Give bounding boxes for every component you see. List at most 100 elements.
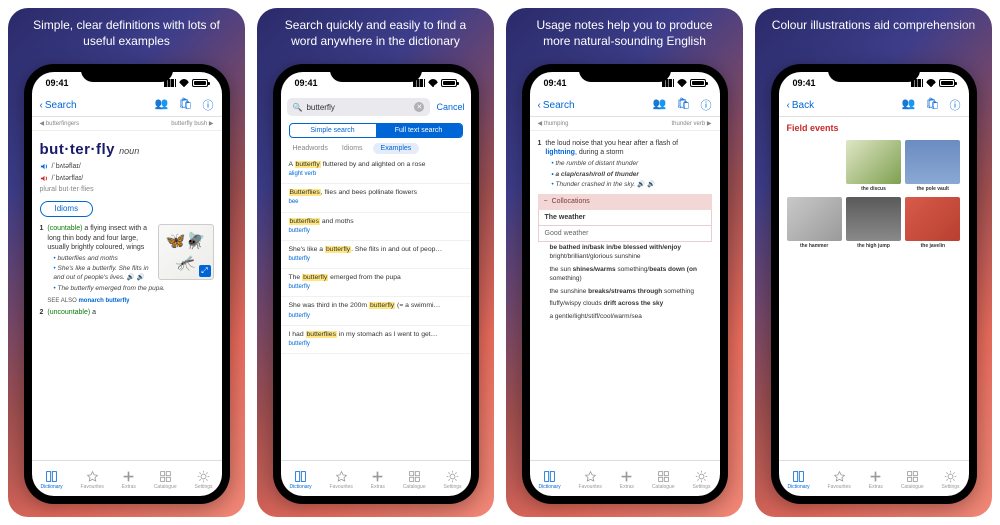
tab-settings[interactable]: Settings <box>443 470 461 490</box>
collocation-item: be bathed in/bask in/be blessed with/enj… <box>538 242 712 264</box>
filter-pills: Headwords Idioms Examples <box>281 141 471 156</box>
caption: Colour illustrations aid comprehension <box>755 8 992 46</box>
tab-catalogue[interactable]: Catalogue <box>154 470 177 490</box>
collocation-item: the sun shines/warms something/beats dow… <box>538 264 712 286</box>
cancel-button[interactable]: Cancel <box>436 102 464 112</box>
wifi-icon <box>179 79 189 87</box>
tab-bar: Dictionary Favourites Extras Catalogue Setti… <box>281 460 471 496</box>
tab-catalogue[interactable]: Catalogue <box>403 470 426 490</box>
screenshot-3: Usage notes help you to produce more nat… <box>506 8 743 517</box>
collocations-header[interactable]: −Collocations <box>538 194 712 209</box>
definition: the loud noise that you hear after a fla… <box>545 139 711 190</box>
tab-extras[interactable]: Extras <box>371 470 385 490</box>
collocation-item: fluffy/wispy clouds drift across the sky <box>538 298 712 311</box>
speaker-icon <box>40 174 49 183</box>
tab-favourites[interactable]: Favourites <box>330 470 353 490</box>
simple-search: Simple search <box>290 124 376 137</box>
full-text-search: Full text search <box>376 124 462 137</box>
expand-icon: ⤢ <box>199 265 211 277</box>
screenshot-2: Search quickly and easily to find a word… <box>257 8 494 517</box>
tab-settings[interactable]: Settings <box>941 470 959 490</box>
tab-extras[interactable]: Extras <box>620 470 634 490</box>
tab-dictionary[interactable]: Dictionary <box>787 470 809 490</box>
tab-dictionary[interactable]: Dictionary <box>289 470 311 490</box>
search-bar: 🔍butterfly✕ Cancel <box>281 94 471 120</box>
search-result[interactable]: She was third in the 200m butterfly (= a… <box>281 297 471 325</box>
tab-extras[interactable]: Extras <box>869 470 883 490</box>
collocation-item: a gentle/light/stiff/cool/warm/sea <box>538 311 712 324</box>
back-button[interactable]: ‹Search <box>538 100 575 111</box>
search-result[interactable]: She's like a butterfly. She flits in and… <box>281 241 471 269</box>
entry-pager: ◀ butterfingers butterfly bush ▶ <box>32 117 222 131</box>
tab-extras[interactable]: Extras <box>122 470 136 490</box>
tab-dictionary[interactable]: Dictionary <box>40 470 62 490</box>
gallery-item[interactable]: the discus <box>846 140 901 193</box>
tab-bar: Dictionary Favourites Extras Catalogue Setti… <box>32 460 222 496</box>
screenshot-1: Simple, clear definitions with lots of u… <box>8 8 245 517</box>
battery-icon <box>192 79 208 87</box>
phone-frame: 09:41 ‹Search 👥 🛍 ⓘ ◀ butterfingers butt… <box>24 64 230 504</box>
headword: but·ter·fly noun <box>40 140 214 160</box>
gallery-title: Field events <box>787 122 961 134</box>
cart-icon[interactable]: 🛍 <box>179 97 193 113</box>
search-icon: 🔍 <box>293 103 303 112</box>
sense-number: 1 <box>40 224 44 304</box>
pron-uk[interactable]: /ˈbʌtəflaɪ/ <box>40 162 214 171</box>
clear-icon[interactable]: ✕ <box>414 102 424 112</box>
tab-bar: Dictionary Favourites Extras Catalogue Setti… <box>530 460 720 496</box>
plural: plural but·ter·flies <box>40 185 214 194</box>
back-button[interactable]: ‹Search <box>40 100 77 111</box>
gallery-item[interactable]: the pole vault <box>905 140 960 193</box>
search-input[interactable]: 🔍butterfly✕ <box>287 98 431 116</box>
prev-entry[interactable]: ◀ thumping <box>538 120 569 127</box>
prev-entry[interactable]: ◀ butterfingers <box>40 120 80 127</box>
search-result[interactable]: I had butterflies in my stomach as I wen… <box>281 326 471 354</box>
cross-ref-link[interactable]: lightning <box>545 149 575 156</box>
tab-settings[interactable]: Settings <box>194 470 212 490</box>
caption: Simple, clear definitions with lots of u… <box>8 8 245 61</box>
info-icon[interactable]: ⓘ <box>203 97 214 113</box>
search-result[interactable]: Butterflies, flies and bees pollinate fl… <box>281 184 471 212</box>
tab-settings[interactable]: Settings <box>692 470 710 490</box>
pron-us[interactable]: /ˈbʌtərflaɪ/ <box>40 174 214 183</box>
caption: Usage notes help you to produce more nat… <box>506 8 743 61</box>
speaker-icon <box>40 162 49 171</box>
example: the rumble of distant thunder <box>551 160 711 169</box>
tab-favourites[interactable]: Favourites <box>579 470 602 490</box>
example: a clap/crash/roll of thunder <box>551 171 711 180</box>
nav-bar: ‹Search 👥 🛍 ⓘ <box>32 94 222 117</box>
gallery-item[interactable]: the hammer <box>787 197 842 250</box>
filter-headwords[interactable]: Headwords <box>289 143 332 154</box>
illustration[interactable]: 🦋🪰🦟⤢ <box>158 224 214 280</box>
tab-catalogue[interactable]: Catalogue <box>652 470 675 490</box>
next-entry[interactable]: thunder verb ▶ <box>672 120 712 127</box>
tab-bar: Dictionary Favourites Extras Catalogue Setti… <box>779 460 969 496</box>
screenshot-4: Colour illustrations aid comprehension 0… <box>755 8 992 517</box>
tab-favourites[interactable]: Favourites <box>81 470 104 490</box>
image-grid: the discusthe pole vault the hammerthe hi… <box>787 140 961 250</box>
next-entry[interactable]: butterfly bush ▶ <box>171 120 213 127</box>
search-result[interactable]: butterflies and mothsbutterfly <box>281 213 471 241</box>
back-button[interactable]: ‹Back <box>787 100 815 111</box>
idioms-button[interactable]: Idioms <box>40 201 94 218</box>
example: The butterfly emerged from the pupa. <box>53 285 213 294</box>
search-mode-segment[interactable]: Simple search Full text search <box>289 123 463 138</box>
filter-idioms[interactable]: Idioms <box>338 143 367 154</box>
gallery-item[interactable]: the javelin <box>905 197 960 250</box>
tab-catalogue[interactable]: Catalogue <box>901 470 924 490</box>
tab-dictionary[interactable]: Dictionary <box>538 470 560 490</box>
filter-examples[interactable]: Examples <box>373 143 420 154</box>
search-result[interactable]: The butterfly emerged from the pupabutte… <box>281 269 471 297</box>
sense-text: 🦋🪰🦟⤢ (countable) a flying insect with a … <box>47 224 213 304</box>
gallery-item[interactable]: the high jump <box>846 197 901 250</box>
see-also: SEE ALSO monarch butterfly <box>47 297 213 305</box>
collocations-box: −Collocations The weather Good weather b… <box>538 194 712 324</box>
tab-favourites[interactable]: Favourites <box>828 470 851 490</box>
collocation-item: the sunshine breaks/streams through some… <box>538 286 712 299</box>
example: Thunder crashed in the sky. 🔊 🔊 <box>551 181 711 190</box>
see-also-link[interactable]: monarch butterfly <box>78 298 129 304</box>
search-result[interactable]: A butterfly fluttered by and alighted on… <box>281 156 471 184</box>
caption: Search quickly and easily to find a word… <box>257 8 494 61</box>
results-list: A butterfly fluttered by and alighted on… <box>281 156 471 460</box>
silhouette-icon[interactable]: 👥 <box>155 97 169 113</box>
